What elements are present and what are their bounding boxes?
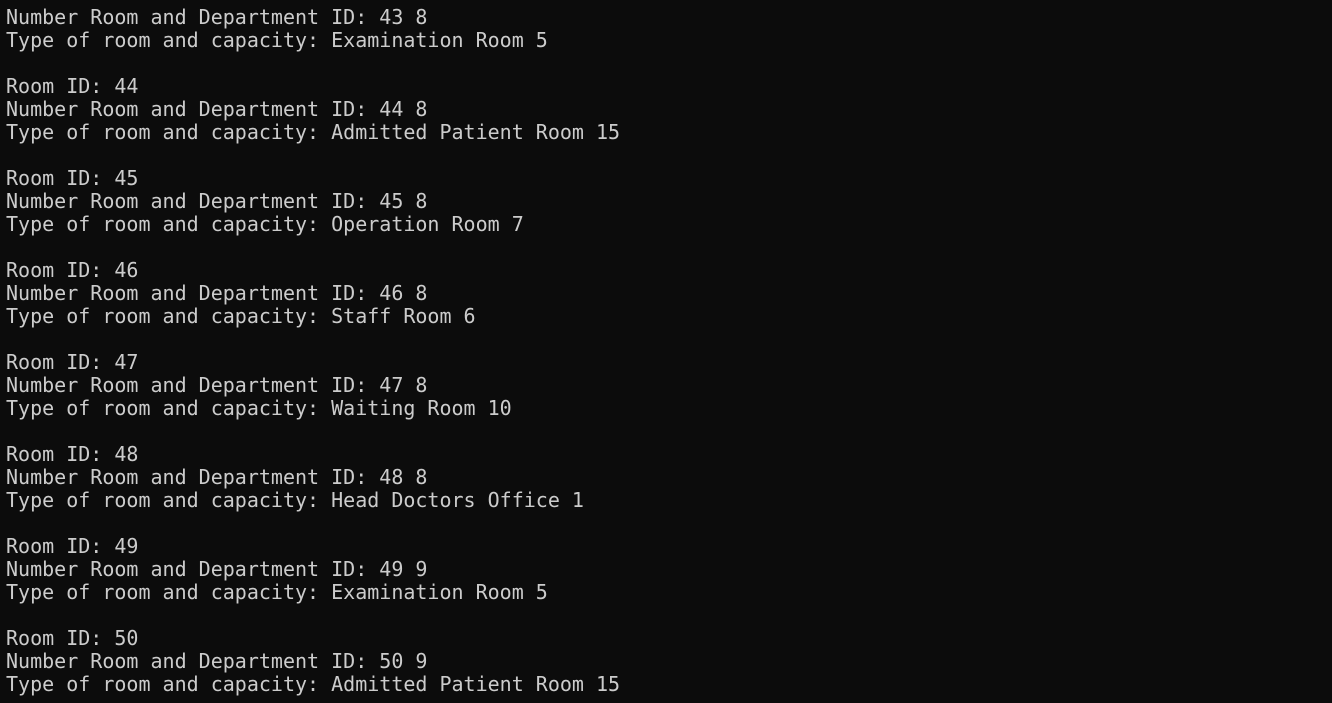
console-line: Type of room and capacity: Head Doctors … <box>6 488 584 512</box>
console-line: Room ID: 45 <box>6 166 139 190</box>
console-line: Room ID: 44 <box>6 74 139 98</box>
console-line: Type of room and capacity: Admitted Pati… <box>6 672 621 696</box>
console-line: Number Room and Department ID: 45 8 <box>6 189 428 213</box>
console-line: Type of room and capacity: Waiting Room … <box>6 396 512 420</box>
console-line: Number Room and Department ID: 43 8 <box>6 5 428 29</box>
console-line: Room ID: 48 <box>6 442 139 466</box>
console-line: Number Room and Department ID: 47 8 <box>6 373 428 397</box>
console-line: Number Room and Department ID: 46 8 <box>6 281 428 305</box>
console-line: Room ID: 49 <box>6 534 139 558</box>
console-line: Room ID: 50 <box>6 626 139 650</box>
console-line: Type of room and capacity: Examination R… <box>6 28 548 52</box>
console-line: Number Room and Department ID: 49 9 <box>6 557 428 581</box>
console-line: Number Room and Department ID: 50 9 <box>6 649 428 673</box>
console-line: Type of room and capacity: Admitted Pati… <box>6 120 621 144</box>
console-line: Type of room and capacity: Staff Room 6 <box>6 304 476 328</box>
console-line: Type of room and capacity: Examination R… <box>6 580 548 604</box>
console-line: Number Room and Department ID: 44 8 <box>6 97 428 121</box>
console-output[interactable]: Number Room and Department ID: 43 8 Type… <box>0 0 1332 703</box>
console-line: Type of room and capacity: Operation Roo… <box>6 212 524 236</box>
console-line: Room ID: 46 <box>6 258 139 282</box>
console-line: Number Room and Department ID: 48 8 <box>6 465 428 489</box>
console-line: Room ID: 47 <box>6 350 139 374</box>
